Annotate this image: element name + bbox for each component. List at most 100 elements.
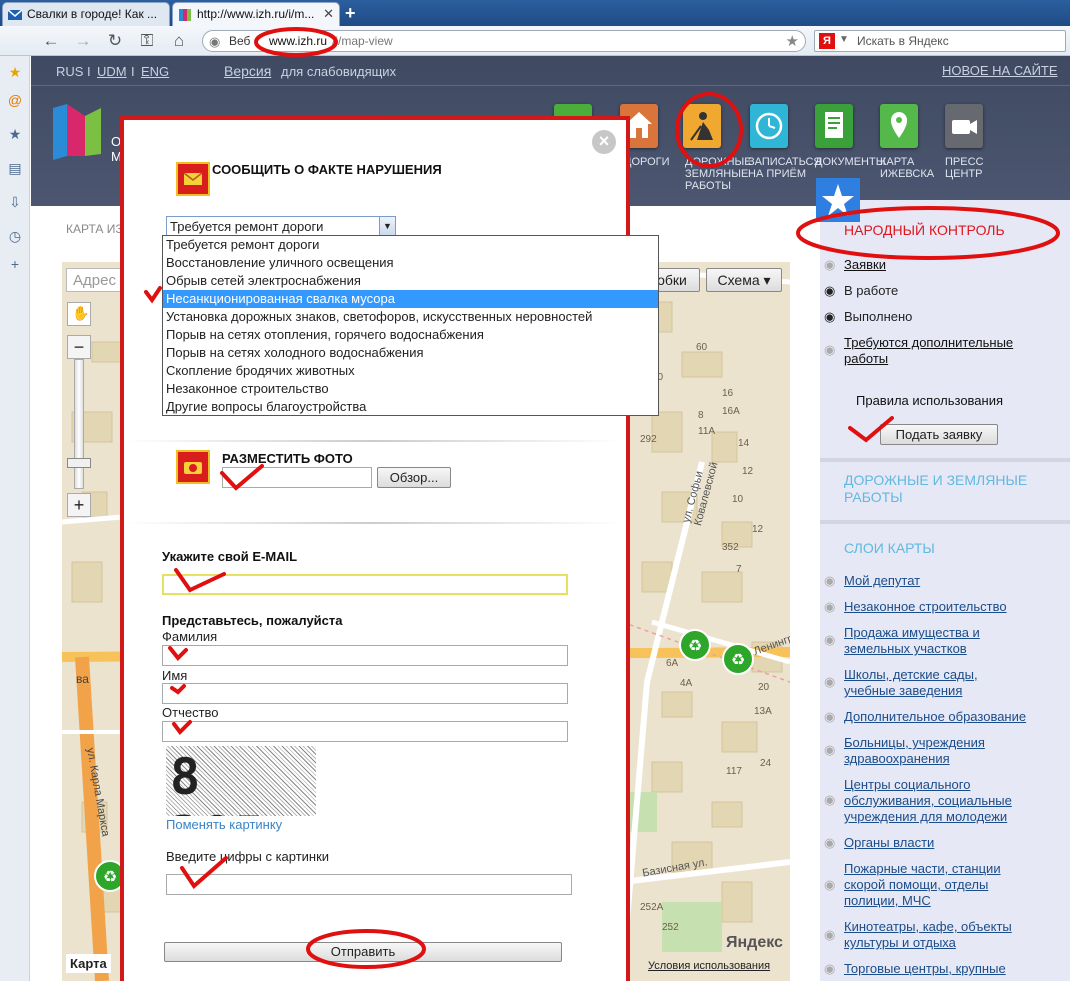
nav-documents-label[interactable]: ДОКУМЕНТЫ (815, 156, 885, 168)
filter-extra-work[interactable]: Требуются дополнительные работы (844, 335, 1054, 367)
favorites-icon[interactable]: ★ (6, 126, 24, 144)
nav-map-label[interactable]: КАРТА ИЖЕВСКА (880, 156, 935, 180)
map-address-input[interactable]: Адрес (66, 268, 126, 292)
eye-icon[interactable]: ◉ (824, 309, 835, 325)
add-panel-icon[interactable]: + (6, 256, 24, 274)
lang-rus[interactable]: RUS (56, 64, 83, 79)
layer-hospitals[interactable]: Больницы, учреждения здравоохранения (844, 735, 1024, 767)
home-icon[interactable]: ⌂ (168, 31, 190, 51)
trash-marker-icon[interactable]: ♻ (722, 643, 754, 675)
eye-icon[interactable]: ◉ (824, 632, 835, 648)
layer-authorities[interactable]: Органы власти (844, 835, 1054, 851)
filter-in-progress[interactable]: В работе (844, 283, 898, 298)
eye-icon[interactable]: ◉ (824, 257, 835, 273)
map-terms-link[interactable]: Условия использования (648, 960, 770, 972)
accessibility-link[interactable]: Версия (224, 63, 271, 79)
hand-tool-icon[interactable]: ✋ (67, 302, 91, 326)
nav-roads-label[interactable]: ДОРОГИ (624, 156, 670, 168)
zoom-out-button[interactable]: − (67, 335, 91, 359)
history-icon[interactable]: ◷ (6, 228, 24, 246)
eye-icon[interactable]: ◉ (824, 709, 835, 725)
dropdown-option[interactable]: Обрыв сетей электроснабжения (163, 272, 658, 290)
dropdown-option[interactable]: Установка дорожных знаков, светофоров, и… (163, 308, 658, 326)
eye-icon[interactable]: ◉ (824, 674, 835, 690)
nav-press-label[interactable]: ПРЕСС ЦЕНТР (945, 156, 995, 180)
search-box[interactable]: Я ▼ Искать в Яндекс (814, 30, 1066, 52)
photo-file-input[interactable] (222, 467, 372, 488)
surname-field[interactable] (162, 645, 568, 666)
violation-type-dropdown[interactable]: Требуется ремонт дороги Восстановление ул… (162, 235, 659, 416)
bookmark-star-icon[interactable]: ★ (6, 64, 24, 82)
zoom-handle[interactable] (67, 458, 91, 468)
select-arrow-icon[interactable]: ▼ (379, 217, 395, 236)
nav-map[interactable] (880, 104, 918, 148)
reload-icon[interactable]: ↻ (104, 31, 126, 51)
browser-tab-1[interactable]: Свалки в городе! Как ... (2, 2, 170, 26)
eye-icon[interactable]: ◉ (824, 342, 835, 358)
izh-logo[interactable] (51, 104, 103, 160)
dropdown-option[interactable]: Требуется ремонт дороги (163, 236, 658, 254)
layer-social-centers[interactable]: Центры социального обслуживания, социаль… (844, 777, 1050, 825)
address-bar[interactable]: ◉ Веб www.izh.ru /i/map-view ★ (202, 30, 806, 52)
close-icon[interactable]: × (592, 130, 616, 154)
roadworks-heading[interactable]: ДОРОЖНЫЕ И ЗЕМЛЯНЫЕ РАБОТЫ (844, 472, 1054, 506)
download-icon[interactable]: ⇩ (6, 194, 24, 212)
mail-at-icon[interactable]: @ (6, 92, 24, 110)
send-button[interactable]: Отправить (164, 942, 562, 962)
dropdown-option[interactable]: Несанкционированная свалка мусора (163, 290, 658, 308)
filter-done[interactable]: Выполнено (844, 309, 912, 324)
eye-icon[interactable]: ◉ (824, 961, 835, 977)
eye-icon[interactable]: ◉ (824, 835, 835, 851)
new-tab-icon[interactable]: + (345, 3, 356, 24)
layer-property-sale[interactable]: Продажа имущества и земельных участков (844, 625, 1044, 657)
nav-appointment[interactable] (750, 104, 788, 148)
layer-fire-stations[interactable]: Пожарные части, станции скорой помощи, о… (844, 861, 1034, 909)
star-icon[interactable]: ★ (786, 32, 799, 50)
zoom-slider[interactable] (74, 359, 84, 489)
name-field[interactable] (162, 683, 568, 704)
eye-icon[interactable]: ◉ (824, 877, 835, 893)
key-icon[interactable]: ⚿ (136, 31, 158, 51)
nav-roadworks-label[interactable]: ДОРОЖНЫЕ ЗЕМЛЯНЫЕ РАБОТЫ (685, 156, 752, 192)
nav-roadworks[interactable] (683, 104, 721, 148)
eye-icon[interactable]: ◉ (824, 792, 835, 808)
eye-icon[interactable]: ◉ (824, 742, 835, 758)
dropdown-option[interactable]: Восстановление уличного освещения (163, 254, 658, 272)
nav-documents[interactable] (815, 104, 853, 148)
close-tab-icon[interactable]: ✕ (323, 6, 334, 22)
eye-icon[interactable]: ◉ (824, 283, 835, 299)
trash-marker-icon[interactable]: ♻ (679, 629, 711, 661)
email-field[interactable] (162, 574, 568, 595)
nav-press[interactable] (945, 104, 983, 148)
eye-icon[interactable]: ◉ (824, 573, 835, 589)
layer-extra-education[interactable]: Дополнительное образование (844, 709, 1064, 725)
back-icon[interactable]: ← (40, 31, 62, 51)
layer-deputy[interactable]: Мой депутат (844, 573, 1054, 589)
lang-eng[interactable]: ENG (141, 64, 169, 79)
dropdown-option[interactable]: Порыв на сетях отопления, горячего водос… (163, 326, 658, 344)
rules-text[interactable]: Правила использования (856, 393, 1003, 408)
eye-icon[interactable]: ◉ (824, 927, 835, 943)
scheme-button[interactable]: Схема ▾ (706, 268, 782, 292)
eye-icon[interactable]: ◉ (824, 599, 835, 615)
filter-requests[interactable]: Заявки (844, 257, 886, 273)
change-captcha-link[interactable]: Поменять картинку (166, 817, 282, 832)
news-link[interactable]: НОВОЕ НА САЙТЕ (942, 63, 1058, 78)
submit-request-button[interactable]: Подать заявку (880, 424, 998, 445)
dropdown-option[interactable]: Порыв на сетях холодного водоснабжения (163, 344, 658, 362)
dropdown-option[interactable]: Скопление бродячих животных (163, 362, 658, 380)
dropdown-caret-icon[interactable]: ▼ (839, 34, 849, 45)
violation-type-select[interactable]: Требуется ремонт дороги ▼ (166, 216, 396, 237)
dropdown-option[interactable]: Незаконное строительство (163, 380, 658, 398)
map-type-label[interactable]: Карта (66, 954, 111, 973)
notes-icon[interactable]: ▤ (6, 160, 24, 178)
layer-illegal-construction[interactable]: Незаконное строительство (844, 599, 1054, 615)
layer-shopping[interactable]: Торговые центры, крупные (844, 961, 1044, 977)
layer-cinemas[interactable]: Кинотеатры, кафе, объекты культуры и отд… (844, 919, 1044, 951)
lang-udm[interactable]: UDM (97, 64, 127, 79)
layer-schools[interactable]: Школы, детские сады, учебные заведения (844, 667, 1024, 699)
patronymic-field[interactable] (162, 721, 568, 742)
browse-button[interactable]: Обзор... (377, 467, 451, 488)
zoom-in-button[interactable]: + (67, 493, 91, 517)
dropdown-option[interactable]: Другие вопросы благоустройства (163, 398, 658, 416)
